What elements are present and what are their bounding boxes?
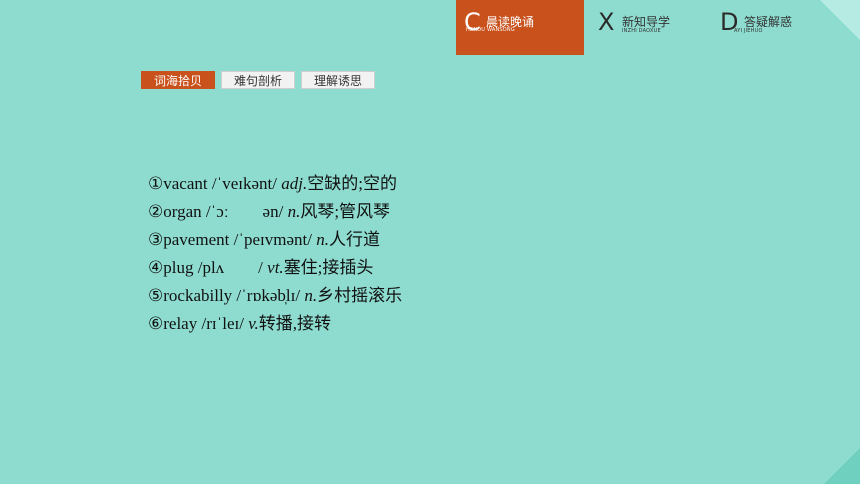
- meaning: 人行道: [328, 230, 380, 249]
- item-marker: ③: [148, 230, 164, 249]
- item-marker: ④: [148, 258, 164, 277]
- meaning: 塞住;接插头: [283, 258, 374, 277]
- word: pavement: [163, 230, 230, 249]
- list-item: ④plug /plʌ / vt.塞住;接插头: [148, 254, 402, 282]
- phonetic: /rɪˈleɪ/: [197, 314, 249, 333]
- word: relay: [163, 314, 198, 333]
- part-of-speech: n.: [287, 202, 301, 221]
- section-tabs: 词海拾贝 难句剖析 理解诱思: [141, 71, 376, 89]
- nav-letter: X: [598, 8, 615, 36]
- meaning: 空缺的;空的: [307, 174, 397, 193]
- phonetic: /ˈɔː ən/: [201, 202, 288, 221]
- phonetic: /ˈrɒkəb̩lɪ/: [232, 286, 305, 305]
- nav-subtitle: HENDU WANSONG: [466, 27, 515, 33]
- list-item: ③pavement /ˈpeɪvmənt/ n.人行道: [148, 226, 402, 254]
- word: organ: [163, 202, 202, 221]
- nav-chendu-wansong[interactable]: C 晨读晚诵 HENDU WANSONG: [456, 0, 584, 55]
- part-of-speech: adj.: [281, 174, 308, 193]
- phonetic: /ˈpeɪvmənt/: [229, 230, 317, 249]
- item-marker: ①: [148, 174, 164, 193]
- nav-subtitle: INZHI DAOXUE: [622, 28, 661, 34]
- part-of-speech: v.: [248, 314, 259, 333]
- item-marker: ②: [148, 202, 164, 221]
- list-item: ②organ /ˈɔː ən/ n.风琴;管风琴: [148, 198, 402, 226]
- list-item: ⑤rockabilly /ˈrɒkəb̩lɪ/ n.乡村摇滚乐: [148, 282, 402, 310]
- part-of-speech: n.: [316, 230, 329, 249]
- word: plug: [163, 258, 194, 277]
- part-of-speech: n.: [304, 286, 318, 305]
- nav-dayi-jiehuo[interactable]: D 答疑解惑 AYI JIEHUO: [720, 0, 830, 55]
- word: vacant: [163, 174, 208, 193]
- nav-subtitle: AYI JIEHUO: [734, 28, 763, 34]
- item-marker: ⑤: [148, 286, 164, 305]
- part-of-speech: vt.: [267, 258, 284, 277]
- meaning: 风琴;管风琴: [300, 202, 391, 221]
- tab-cihai-shibei[interactable]: 词海拾贝: [141, 71, 216, 89]
- word: rockabilly: [163, 286, 233, 305]
- corner-decoration-bottom: [824, 448, 860, 484]
- item-marker: ⑥: [148, 314, 164, 333]
- nav-xinzhi-daoxue[interactable]: X 新知导学 INZHI DAOXUE: [598, 0, 708, 55]
- list-item: ⑥relay /rɪˈleɪ/ v.转播,接转: [148, 310, 402, 338]
- phonetic: /plʌ /: [193, 258, 268, 277]
- meaning: 乡村摇滚乐: [317, 286, 403, 305]
- tab-lijie-yousi[interactable]: 理解诱思: [301, 71, 376, 89]
- phonetic: /ˈveɪkənt/: [207, 174, 282, 193]
- meaning: 转播,接转: [258, 314, 332, 333]
- tab-nanju-pouxi[interactable]: 难句剖析: [221, 71, 296, 89]
- list-item: ①vacant /ˈveɪkənt/ adj.空缺的;空的: [148, 170, 402, 198]
- vocabulary-list: ①vacant /ˈveɪkənt/ adj.空缺的;空的 ②organ /ˈɔ…: [148, 170, 402, 338]
